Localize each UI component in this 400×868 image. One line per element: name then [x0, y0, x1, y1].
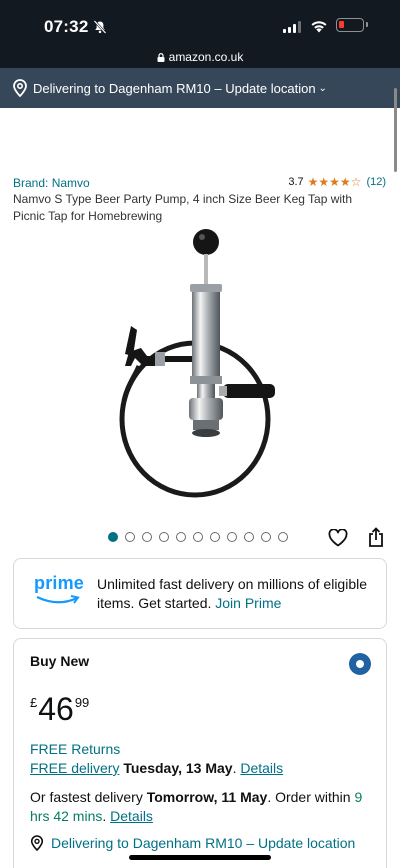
- price-fraction: 99: [74, 695, 90, 710]
- status-time: 07:32: [44, 17, 89, 36]
- carousel-dot[interactable]: [125, 532, 135, 542]
- image-carousel-dots[interactable]: [108, 532, 288, 542]
- delivery-info: FREE delivery Tuesday, 13 May. Details: [30, 760, 283, 776]
- product-image[interactable]: [115, 226, 285, 526]
- location-pin-icon: [30, 835, 44, 851]
- carousel-dot[interactable]: [261, 532, 271, 542]
- order-within: . Order within: [267, 789, 351, 805]
- fastest-prefix: Or fastest delivery: [30, 789, 143, 805]
- prime-description: Unlimited fast delivery on millions of e…: [97, 575, 377, 613]
- price-currency: £: [30, 695, 38, 710]
- fastest-period: .: [102, 808, 107, 824]
- bell-muted-icon: [93, 20, 107, 34]
- carousel-dot[interactable]: [210, 532, 220, 542]
- carousel-dot[interactable]: [278, 532, 288, 542]
- rating-stars-icon: ★★★★☆: [307, 175, 362, 189]
- carousel-dot[interactable]: [108, 532, 118, 542]
- wifi-icon: [311, 21, 327, 33]
- carousel-dot[interactable]: [244, 532, 254, 542]
- scrollbar[interactable]: [394, 88, 397, 172]
- buy-new-radio[interactable]: [349, 653, 371, 675]
- lock-icon: [157, 53, 165, 62]
- delivery-period: .: [232, 760, 237, 776]
- carousel-dot[interactable]: [176, 532, 186, 542]
- share-icon[interactable]: [367, 527, 385, 547]
- rating[interactable]: 3.7 ★★★★☆ (12): [288, 175, 386, 189]
- buy-box: Buy New £ 46 99 FREE Returns FREE delive…: [13, 638, 387, 868]
- location-bar[interactable]: Delivering to Dagenham RM10 – Update loc…: [0, 68, 400, 108]
- fastest-delivery-info: Or fastest delivery Tomorrow, 11 May. Or…: [30, 788, 375, 826]
- delivery-details-link[interactable]: Details: [240, 760, 283, 776]
- buybox-location-link[interactable]: Delivering to Dagenham RM10 – Update loc…: [30, 835, 355, 851]
- heart-icon[interactable]: [328, 529, 348, 547]
- buy-new-title: Buy New: [30, 653, 90, 669]
- product-title: Namvo S Type Beer Party Pump, 4 inch Siz…: [13, 192, 353, 223]
- rating-count-link[interactable]: (12): [366, 176, 386, 188]
- price-whole: 46: [38, 691, 74, 727]
- status-bar: 07:32: [0, 0, 400, 50]
- price: £ 46 99: [30, 691, 89, 727]
- carousel-dot[interactable]: [227, 532, 237, 542]
- location-text: Delivering to Dagenham RM10 – Update loc…: [33, 80, 316, 96]
- home-indicator[interactable]: [129, 855, 271, 860]
- chevron-down-icon: ⌄: [318, 82, 327, 94]
- location-pin-icon: [13, 79, 27, 97]
- prime-logo: prime: [34, 573, 85, 593]
- cellular-signal-icon: [283, 21, 301, 33]
- url-text: amazon.co.uk: [168, 50, 244, 64]
- delivery-date: Tuesday, 13 May: [123, 760, 233, 776]
- buybox-location-text: Delivering to Dagenham RM10 – Update loc…: [51, 835, 356, 851]
- carousel-dot[interactable]: [159, 532, 169, 542]
- free-delivery-link[interactable]: FREE delivery: [30, 760, 119, 776]
- brand-link[interactable]: Brand: Namvo: [13, 176, 90, 190]
- prime-smile-icon: [36, 595, 80, 604]
- free-returns-link[interactable]: FREE Returns: [30, 741, 120, 757]
- rating-score: 3.7: [288, 176, 304, 188]
- join-prime-link[interactable]: Join Prime: [215, 595, 281, 611]
- battery-icon: [336, 18, 368, 32]
- carousel-dot[interactable]: [142, 532, 152, 542]
- fastest-details-link[interactable]: Details: [110, 808, 153, 824]
- prime-banner[interactable]: prime Unlimited fast delivery on million…: [13, 558, 387, 629]
- fastest-date: Tomorrow, 11 May: [146, 789, 268, 805]
- url-bar[interactable]: amazon.co.uk: [0, 50, 400, 68]
- carousel-dot[interactable]: [193, 532, 203, 542]
